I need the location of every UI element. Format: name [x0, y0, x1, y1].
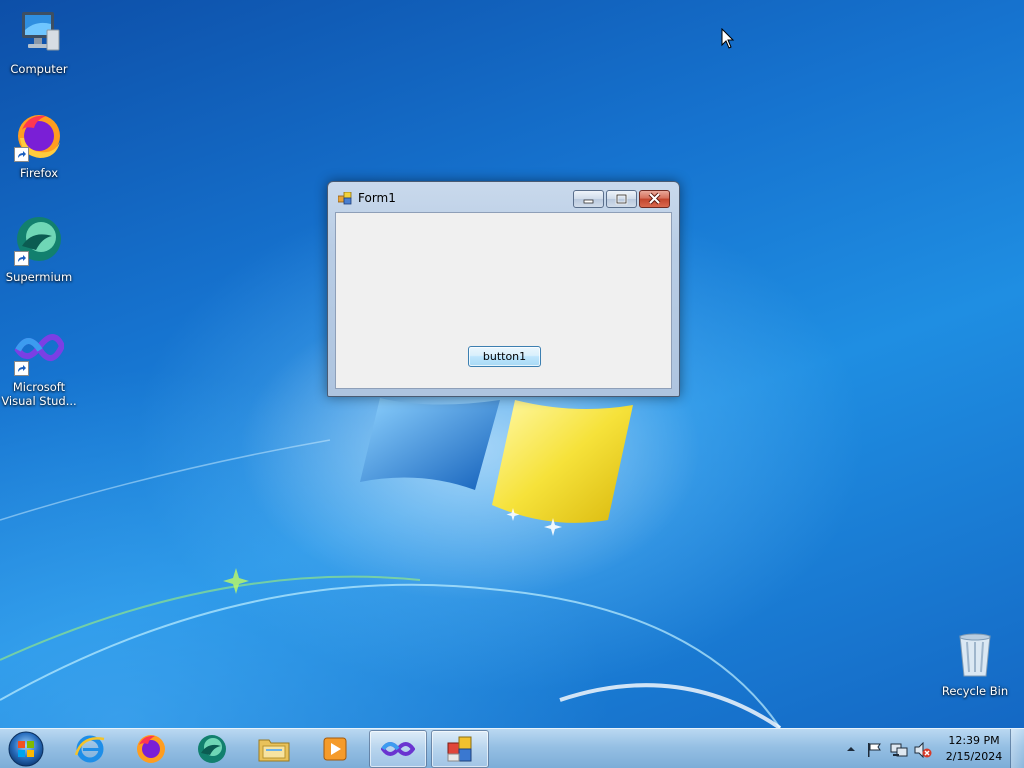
desktop-icon-label: Recycle Bin: [941, 684, 1009, 698]
action-center-flag-icon[interactable]: [866, 742, 882, 758]
taskbar-file-explorer[interactable]: [245, 730, 303, 768]
show-desktop-button[interactable]: [1010, 729, 1024, 768]
desktop-icon-label: Firefox: [19, 166, 59, 180]
network-icon[interactable]: [890, 742, 908, 758]
taskbar: 12:39 PM 2/15/2024: [0, 728, 1024, 768]
form1-window[interactable]: Form1 button1: [327, 181, 680, 397]
desktop: Computer Firefox Supermium Microsoft Vis…: [0, 0, 1024, 728]
mouse-cursor-icon: [721, 28, 735, 49]
volume-muted-icon[interactable]: [914, 742, 932, 758]
start-orb-icon: [8, 731, 44, 767]
internet-explorer-icon: [74, 735, 105, 763]
form1-app-icon: [447, 736, 472, 762]
start-button[interactable]: [6, 730, 46, 768]
desktop-icon-label: Supermium: [5, 270, 73, 284]
taskbar-internet-explorer[interactable]: [61, 730, 119, 768]
desktop-icon-label: Computer: [10, 62, 68, 76]
media-player-icon: [323, 737, 347, 761]
desktop-icon-supermium[interactable]: Supermium: [1, 216, 77, 284]
taskbar-media-player[interactable]: [306, 730, 364, 768]
desktop-icon-visual-studio[interactable]: Microsoft Visual Stud...: [1, 326, 77, 408]
form1-client-area: button1: [335, 212, 672, 389]
maximize-icon: [615, 193, 628, 205]
visual-studio-icon: [14, 326, 66, 376]
shortcut-arrow-icon: [14, 361, 29, 376]
file-explorer-icon: [258, 739, 290, 762]
maximize-button[interactable]: [606, 190, 637, 208]
clock-date: 2/15/2024: [945, 750, 1003, 763]
taskbar-firefox[interactable]: [122, 730, 180, 768]
button1[interactable]: button1: [468, 346, 541, 367]
visual-studio-icon: [381, 742, 415, 756]
clock-time: 12:39 PM: [948, 734, 1000, 747]
taskbar-supermium[interactable]: [183, 730, 241, 768]
show-hidden-icons-arrow[interactable]: [846, 742, 856, 756]
close-button[interactable]: [639, 190, 670, 208]
supermium-icon: [198, 735, 226, 763]
form-app-icon: [338, 192, 352, 205]
form1-titlebar[interactable]: Form1: [328, 182, 679, 212]
desktop-icon-label-line1: Microsoft: [12, 380, 66, 394]
computer-icon: [14, 8, 64, 58]
desktop-icon-computer[interactable]: Computer: [1, 8, 77, 76]
close-icon: [648, 192, 661, 205]
clock[interactable]: 12:39 PM 2/15/2024: [944, 733, 1004, 765]
taskbar-visual-studio[interactable]: [369, 730, 427, 768]
firefox-icon: [14, 112, 64, 162]
window-title: Form1: [358, 191, 396, 205]
desktop-icon-firefox[interactable]: Firefox: [1, 112, 77, 180]
desktop-icon-recycle-bin[interactable]: Recycle Bin: [937, 630, 1013, 698]
minimize-button[interactable]: [573, 190, 604, 208]
firefox-icon: [137, 735, 165, 763]
recycle-bin-icon: [950, 630, 1000, 680]
shortcut-arrow-icon: [14, 147, 29, 162]
desktop-icon-label-line2: Visual Stud...: [1, 394, 77, 408]
supermium-icon: [14, 216, 64, 266]
taskbar-form1[interactable]: [431, 730, 489, 768]
shortcut-arrow-icon: [14, 251, 29, 266]
minimize-icon: [583, 199, 594, 204]
